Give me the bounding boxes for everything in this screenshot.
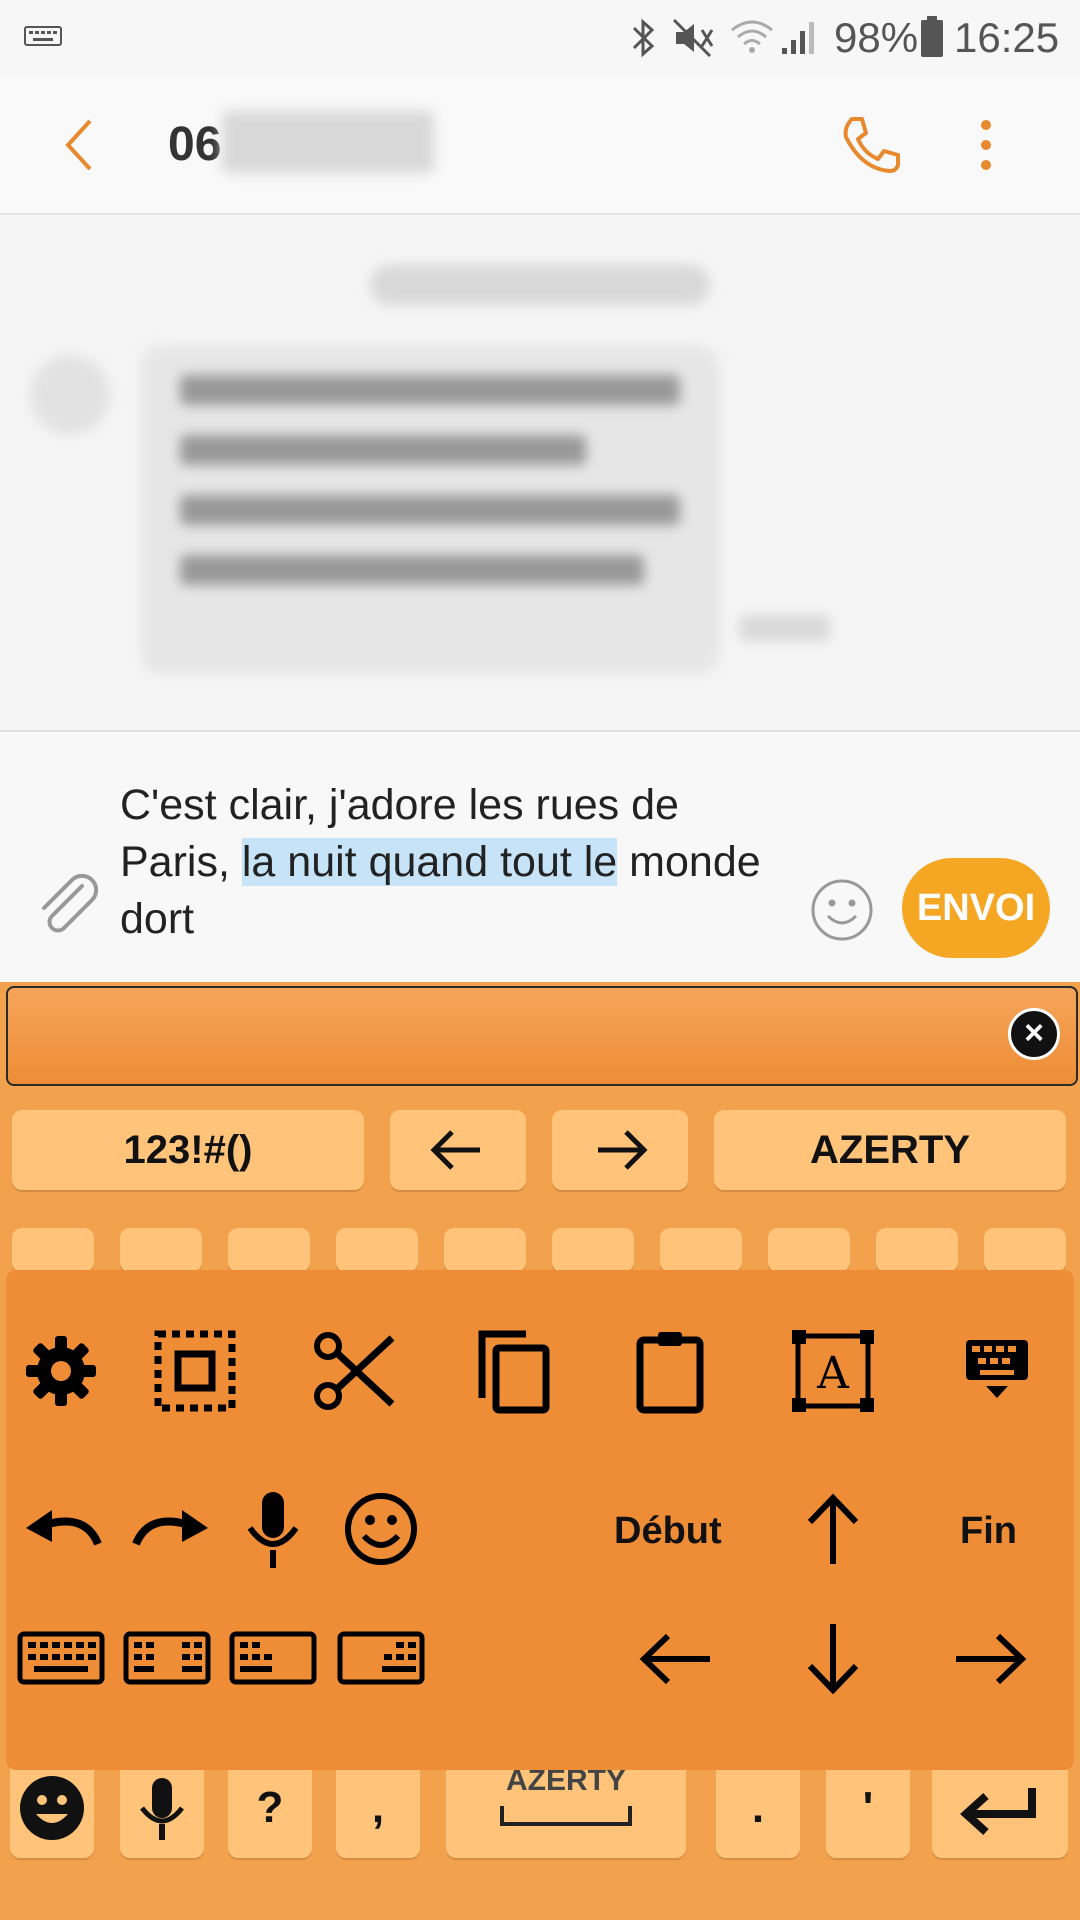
key[interactable] <box>552 1228 634 1272</box>
keyboard-split-icon[interactable] <box>122 1628 212 1688</box>
status-bar: 98% 16:25 <box>0 0 1080 75</box>
keyboard: × 123!#() AZERTY ? , AZERTY . ' A Début … <box>0 982 1080 1920</box>
paste-icon[interactable] <box>626 1326 716 1416</box>
cursor-left-key[interactable] <box>390 1110 526 1190</box>
contact-number: 06 <box>168 118 222 171</box>
conversation-header: 06 <box>0 75 1080 215</box>
attach-icon[interactable] <box>34 872 100 938</box>
key[interactable] <box>444 1228 526 1272</box>
date-divider <box>370 265 710 305</box>
apostrophe-key[interactable]: ' <box>826 1758 910 1858</box>
close-icon[interactable]: × <box>1008 1008 1060 1060</box>
redo-icon[interactable] <box>126 1484 216 1574</box>
key[interactable] <box>336 1228 418 1272</box>
arrow-down-icon[interactable] <box>788 1614 878 1704</box>
mute-icon <box>672 18 716 58</box>
end-key[interactable]: Fin <box>960 1510 1017 1553</box>
keyboard-status-icon <box>24 26 62 46</box>
avatar <box>30 355 110 435</box>
more-options-icon[interactable] <box>978 117 994 173</box>
space-key[interactable]: AZERTY <box>446 1758 686 1858</box>
send-button[interactable]: ENVOI <box>902 858 1050 958</box>
message-time <box>740 615 830 641</box>
battery-percent: 98% <box>834 14 919 61</box>
keyboard-right-icon[interactable] <box>336 1628 426 1688</box>
microphone-icon[interactable] <box>228 1484 318 1574</box>
arrow-right-icon[interactable] <box>946 1614 1036 1704</box>
edit-panel: A Début Fin <box>6 1270 1074 1770</box>
wifi-icon <box>728 16 776 56</box>
comma-key[interactable]: , <box>336 1758 420 1858</box>
key[interactable] <box>984 1228 1066 1272</box>
emoji-icon[interactable] <box>810 878 874 942</box>
space-key-label: AZERTY <box>506 1764 626 1797</box>
key[interactable] <box>876 1228 958 1272</box>
redacted-number <box>222 111 434 173</box>
key[interactable] <box>12 1228 94 1272</box>
key[interactable] <box>120 1228 202 1272</box>
phone-icon[interactable] <box>838 113 902 177</box>
enter-key[interactable] <box>932 1758 1068 1858</box>
emoji-key[interactable] <box>10 1758 94 1858</box>
key[interactable] <box>228 1228 310 1272</box>
signal-icon <box>780 18 820 56</box>
layout-key[interactable]: AZERTY <box>714 1110 1066 1190</box>
settings-icon[interactable] <box>16 1326 106 1416</box>
numbers-key[interactable]: 123!#() <box>12 1110 364 1190</box>
bluetooth-icon <box>630 16 658 60</box>
copy-icon[interactable] <box>468 1326 558 1416</box>
cursor-right-key[interactable] <box>552 1110 688 1190</box>
microphone-key[interactable] <box>120 1758 204 1858</box>
conversation-area <box>0 215 1080 732</box>
home-key[interactable]: Début <box>614 1510 722 1553</box>
message-bubble <box>140 345 720 675</box>
undo-icon[interactable] <box>18 1484 108 1574</box>
keyboard-left-icon[interactable] <box>228 1628 318 1688</box>
message-composer: C'est clair, j'adore les rues de Paris, … <box>0 732 1080 982</box>
cut-icon[interactable] <box>308 1326 398 1416</box>
svg-text:A: A <box>816 1348 850 1399</box>
selected-text: la nuit quand tout le <box>241 838 618 886</box>
question-key[interactable]: ? <box>228 1758 312 1858</box>
select-all-icon[interactable] <box>150 1326 240 1416</box>
period-key[interactable]: . <box>716 1758 800 1858</box>
text-select-icon[interactable]: A <box>788 1326 878 1416</box>
clock: 16:25 <box>954 14 1060 61</box>
candidate-bar: × <box>6 986 1078 1086</box>
hide-keyboard-icon[interactable] <box>952 1326 1042 1416</box>
keyboard-full-icon[interactable] <box>16 1628 106 1688</box>
back-arrow-icon[interactable] <box>60 115 100 175</box>
smiley-icon[interactable] <box>336 1484 426 1574</box>
battery-icon <box>920 16 944 58</box>
arrow-up-icon[interactable] <box>788 1484 878 1574</box>
arrow-left-icon[interactable] <box>630 1614 720 1704</box>
key[interactable] <box>768 1228 850 1272</box>
message-input[interactable]: C'est clair, j'adore les rues de Paris, … <box>120 777 770 948</box>
key[interactable] <box>660 1228 742 1272</box>
